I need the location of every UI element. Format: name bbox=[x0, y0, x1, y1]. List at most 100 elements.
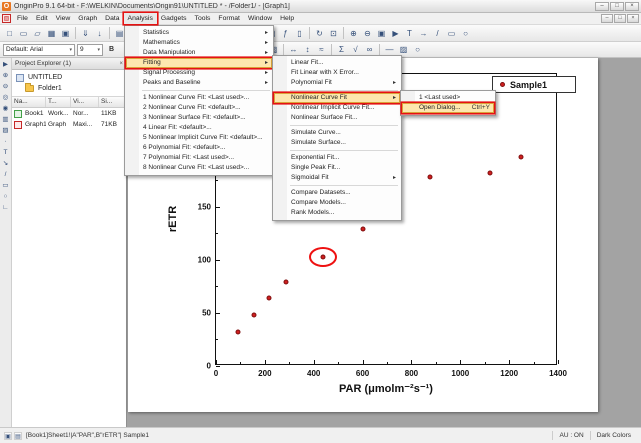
fitting-menu-item-nonlinear-curve-fit[interactable]: Nonlinear Curve Fit▸ bbox=[274, 93, 400, 103]
menubar-item-edit[interactable]: Edit bbox=[32, 13, 52, 24]
fitting-menu-item-linear-fit[interactable]: Linear Fit... bbox=[274, 58, 400, 68]
column-header-t[interactable]: T... bbox=[46, 97, 71, 107]
menubar-item-view[interactable]: View bbox=[52, 13, 75, 24]
circle-tool-icon[interactable]: ○ bbox=[1, 192, 11, 202]
fitting-menu-item-compare-datasets[interactable]: Compare Datasets... bbox=[274, 188, 400, 198]
rectangle-icon[interactable]: ▭ bbox=[445, 27, 458, 40]
doc-restore-button[interactable]: □ bbox=[614, 14, 626, 23]
new-function-plot-icon[interactable]: ƒ bbox=[279, 27, 292, 40]
toolbar-separator bbox=[75, 27, 76, 39]
analysis-menu-item-data-manipulation[interactable]: Data Manipulation▸ bbox=[126, 48, 272, 58]
symbol-style-icon[interactable]: ○ bbox=[411, 43, 424, 56]
analysis-menu-item-fitting[interactable]: Fitting▸ bbox=[126, 58, 272, 68]
column-header-si[interactable]: Si... bbox=[99, 97, 125, 107]
menubar-item-tools[interactable]: Tools bbox=[191, 13, 215, 24]
file-row-graph1[interactable]: Graph1GraphMaxi...71KB bbox=[12, 119, 126, 130]
menubar-item-graph[interactable]: Graph bbox=[74, 13, 101, 24]
nlfit-menu-item-1-last-used[interactable]: 1 <Last used> bbox=[402, 93, 494, 103]
bold-button[interactable]: B bbox=[105, 43, 118, 56]
new-folder-icon[interactable]: ▭ bbox=[17, 27, 30, 40]
doc-minimize-button[interactable]: – bbox=[601, 14, 613, 23]
arrow-tool-icon[interactable]: ↘ bbox=[1, 159, 11, 169]
menubar-item-file[interactable]: File bbox=[13, 13, 32, 24]
analysis-menu-item-8-nonlinear-curve-fit-last-used[interactable]: 8 Nonlinear Curve Fit: <Last used>... bbox=[126, 163, 272, 173]
fitting-menu-item-exponential-fit[interactable]: Exponential Fit... bbox=[274, 153, 400, 163]
file-row-book1[interactable]: Book1Work...Nor...11KB bbox=[12, 108, 126, 119]
minimize-button[interactable]: – bbox=[595, 2, 609, 11]
fitting-menu-item-nonlinear-implicit-curve-fit[interactable]: Nonlinear Implicit Curve Fit... bbox=[274, 103, 400, 113]
pointer-tool-icon[interactable]: ▶ bbox=[1, 60, 11, 70]
fitting-menu-item-sigmoidal-fit[interactable]: Sigmoidal Fit▸ bbox=[274, 173, 400, 183]
restore-button[interactable]: □ bbox=[610, 2, 624, 11]
legend[interactable]: Sample1 bbox=[492, 76, 576, 93]
rectangle-tool-icon[interactable]: ▭ bbox=[1, 181, 11, 191]
duplicate-window-icon[interactable]: ⊡ bbox=[327, 27, 340, 40]
analysis-menu-item-statistics[interactable]: Statistics▸ bbox=[126, 28, 272, 38]
analysis-menu-item-mathematics[interactable]: Mathematics▸ bbox=[126, 38, 272, 48]
fitting-menu-item-simulate-curve[interactable]: Simulate Curve... bbox=[274, 128, 400, 138]
analysis-menu-item-3-nonlinear-surface-fit-default[interactable]: 3 Nonlinear Surface Fit: <default>... bbox=[126, 113, 272, 123]
file-cell: Work... bbox=[46, 110, 71, 117]
analysis-menu-item-1-nonlinear-curve-fit-last-used[interactable]: 1 Nonlinear Curve Fit: <Last used>... bbox=[126, 93, 272, 103]
open-icon[interactable]: ▱ bbox=[31, 27, 44, 40]
column-header-na[interactable]: Na... bbox=[12, 97, 46, 107]
doc-close-button[interactable]: × bbox=[627, 14, 639, 23]
new-project-icon[interactable]: □ bbox=[3, 27, 16, 40]
open-excel-icon[interactable]: ▦ bbox=[45, 27, 58, 40]
close-button[interactable]: × bbox=[625, 2, 639, 11]
import-ascii-icon[interactable]: ↓ bbox=[93, 27, 106, 40]
menubar-item-analysis[interactable]: Analysis bbox=[124, 13, 157, 24]
analysis-menu-item-7-polynomial-fit-last-used[interactable]: 7 Polynomial Fit: <Last used>... bbox=[126, 153, 272, 163]
nlfit-menu-item-open-dialog[interactable]: Open Dialog...Ctrl+Y bbox=[402, 103, 494, 113]
menubar-item-help[interactable]: Help bbox=[276, 13, 298, 24]
x-tick-label: 600 bbox=[356, 369, 369, 378]
x-tick bbox=[509, 360, 510, 364]
fitting-menu-item-nonlinear-surface-fit[interactable]: Nonlinear Surface Fit... bbox=[274, 113, 400, 123]
text-tool-icon[interactable]: T bbox=[403, 27, 416, 40]
refresh-icon[interactable]: ↻ bbox=[313, 27, 326, 40]
tree-item-untitled[interactable]: UNTITLED bbox=[12, 72, 126, 83]
fitting-menu-item-simulate-surface[interactable]: Simulate Surface... bbox=[274, 138, 400, 148]
fitting-menu-item-polynomial-fit[interactable]: Polynomial Fit▸ bbox=[274, 78, 400, 88]
x-minor-tick bbox=[485, 362, 486, 364]
fitting-menu-item-compare-models[interactable]: Compare Models... bbox=[274, 198, 400, 208]
zoom-in-tool-icon[interactable]: ⊕ bbox=[1, 71, 11, 81]
close-icon[interactable]: × bbox=[119, 61, 123, 67]
whole-page-icon[interactable]: ▣ bbox=[375, 27, 388, 40]
arrow-icon[interactable]: → bbox=[417, 27, 430, 40]
menubar-item-data[interactable]: Data bbox=[101, 13, 123, 24]
polyline-tool-icon[interactable]: ∟ bbox=[1, 203, 11, 213]
fitting-menu-item-rank-models[interactable]: Rank Models... bbox=[274, 208, 400, 218]
mask-tool-icon[interactable]: ▨ bbox=[1, 126, 11, 136]
import-wizard-icon[interactable]: ⇓ bbox=[79, 27, 92, 40]
screen-reader-tool-icon[interactable]: ◎ bbox=[1, 93, 11, 103]
menubar-item-format[interactable]: Format bbox=[214, 13, 244, 24]
circle-icon[interactable]: ○ bbox=[459, 27, 472, 40]
pointer-icon[interactable]: ▶ bbox=[389, 27, 402, 40]
line-icon[interactable]: / bbox=[431, 27, 444, 40]
column-header-vi[interactable]: Vi... bbox=[71, 97, 99, 107]
analysis-menu-item-5-nonlinear-implicit-curve-fit-default[interactable]: 5 Nonlinear Implicit Curve Fit: <default… bbox=[126, 133, 272, 143]
menubar-item-gadgets[interactable]: Gadgets bbox=[157, 13, 191, 24]
new-layout-icon[interactable]: ▯ bbox=[293, 27, 306, 40]
font-combo[interactable]: Default: Arial ▾ bbox=[3, 44, 75, 56]
zoom-out-icon[interactable]: ⊖ bbox=[361, 27, 374, 40]
tree-item-folder1[interactable]: Folder1 bbox=[12, 83, 126, 94]
analysis-menu-item-signal-processing[interactable]: Signal Processing▸ bbox=[126, 68, 272, 78]
zoom-out-tool-icon[interactable]: ⊖ bbox=[1, 82, 11, 92]
fitting-menu-item-single-peak-fit[interactable]: Single Peak Fit... bbox=[274, 163, 400, 173]
analysis-menu-item-4-linear-fit-default[interactable]: 4 Linear Fit: <default>... bbox=[126, 123, 272, 133]
analysis-menu-item-2-nonlinear-curve-fit-default[interactable]: 2 Nonlinear Curve Fit: <default>... bbox=[126, 103, 272, 113]
zoom-in-icon[interactable]: ⊕ bbox=[347, 27, 360, 40]
data-reader-tool-icon[interactable]: ◉ bbox=[1, 104, 11, 114]
fitting-menu-item-fit-linear-with-x-error[interactable]: Fit Linear with X Error... bbox=[274, 68, 400, 78]
save-project-icon[interactable]: ▣ bbox=[59, 27, 72, 40]
menubar-item-window[interactable]: Window bbox=[244, 13, 276, 24]
analysis-menu-item-6-polynomial-fit-default[interactable]: 6 Polynomial Fit: <default>... bbox=[126, 143, 272, 153]
analysis-menu-item-peaks-and-baseline[interactable]: Peaks and Baseline▸ bbox=[126, 78, 272, 88]
data-selector-tool-icon[interactable]: ▥ bbox=[1, 115, 11, 125]
line-tool-icon[interactable]: / bbox=[1, 170, 11, 180]
font-size-combo[interactable]: 9 ▾ bbox=[77, 44, 103, 56]
draw-data-tool-icon[interactable]: ∙ bbox=[1, 137, 11, 147]
text-tool-icon[interactable]: T bbox=[1, 148, 11, 158]
